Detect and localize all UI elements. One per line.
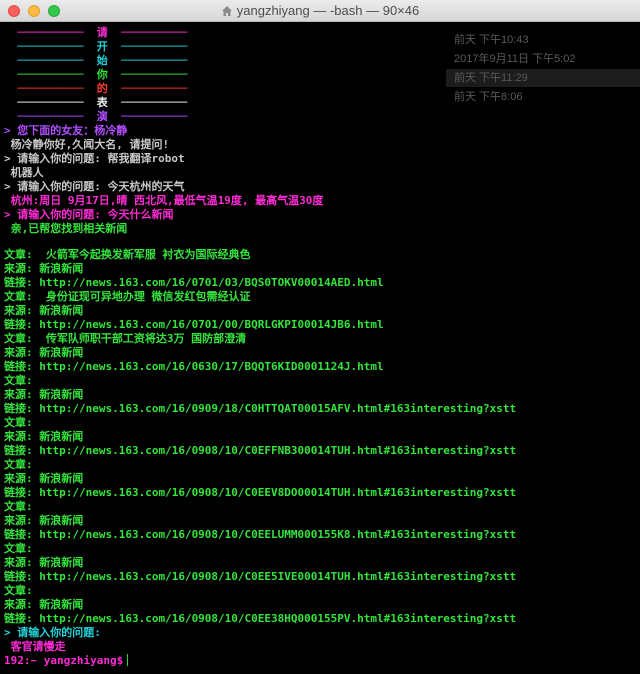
notification-item[interactable]: 前天 下午10:43 — [446, 31, 640, 49]
news-link: 链接: http://news.163.com/16/0908/10/C0EFF… — [4, 444, 517, 457]
banner-line: ────────── 演 ────────── — [4, 110, 187, 124]
news-article: 文章: — [4, 542, 33, 555]
chat-line: > 请输入你的问题: 帮我翻译robot — [4, 152, 185, 165]
banner-char: 请 — [96, 26, 108, 39]
window-title-wrap: yangzhiyang — -bash — 90×46 — [0, 3, 640, 20]
news-source: 来源: 新浪新闻 — [4, 430, 84, 443]
home-icon — [221, 5, 233, 20]
banner-dash: ────────── — [4, 40, 97, 53]
news-source: 来源: 新浪新闻 — [4, 304, 84, 317]
news-link: 链接: http://news.163.com/16/0630/17/BQQT6… — [4, 360, 384, 373]
banner-dash: ────────── — [4, 68, 97, 81]
news-link: 链接: http://news.163.com/16/0701/03/BQS0T… — [4, 276, 384, 289]
news-article: 文章: — [4, 416, 33, 429]
banner-line: ────────── 开 ────────── — [4, 40, 187, 54]
banner-dash: ────────── — [4, 54, 97, 67]
window-title: yangzhiyang — -bash — 90×46 — [236, 3, 420, 18]
title-bar[interactable]: yangzhiyang — -bash — 90×46 — [0, 0, 640, 22]
banner-char: 演 — [96, 110, 108, 123]
banner-dash: ────────── — [107, 40, 188, 53]
chat-line: > 请输入你的问题: 今天什么新闻 — [4, 208, 174, 221]
banner-char: 开 — [96, 40, 108, 53]
chat-line: 亲,已帮您找到相关新闻 — [4, 222, 128, 235]
terminal-content[interactable]: 前天 下午10:43 2017年9月11日 下午5:02 前天 下午11:29 前天 … — [0, 22, 640, 674]
news-link: 链接: http://news.163.com/16/0908/10/C0EE5… — [4, 570, 517, 583]
chat-line: > 请输入你的问题: 今天杭州的天气 — [4, 180, 185, 193]
banner-line: ────────── 表 ────────── — [4, 96, 187, 110]
shell-prompt: 192:~ yangzhiyang$ — [4, 654, 129, 668]
news-source: 来源: 新浪新闻 — [4, 388, 84, 401]
news-article: 文章: 传军队师职干部工资将达3万 国防部澄清 — [4, 332, 247, 345]
shell-prompt-text: 192:~ yangzhiyang$ — [4, 654, 124, 667]
news-article: 文章: — [4, 500, 33, 513]
news-link: 链接: http://news.163.com/16/0908/10/C0EEL… — [4, 528, 517, 541]
news-article: 文章: — [4, 458, 33, 471]
news-article: 文章: 身份证现可异地办理 微信发红包需经认证 — [4, 290, 251, 303]
text-cursor — [127, 654, 129, 666]
chat-line: 杭州:周日 9月17日,晴 西北风,最低气温19度, 最高气温30度 — [4, 194, 324, 207]
banner-char: 表 — [96, 96, 108, 109]
news-source: 来源: 新浪新闻 — [4, 262, 84, 275]
notification-item[interactable]: 前天 下午8:06 — [446, 88, 640, 106]
banner-line: ────────── 的 ────────── — [4, 82, 187, 96]
chat-line: 机器人 — [4, 166, 44, 179]
chat-line: > 您下面的女友：杨冷静 — [4, 124, 128, 137]
banner-char: 的 — [96, 82, 108, 95]
terminal-window: yangzhiyang — -bash — 90×46 前天 下午10:43 20… — [0, 0, 640, 674]
banner-dash: ────────── — [4, 26, 97, 39]
banner-char: 始 — [96, 54, 108, 67]
notification-item[interactable]: 前天 下午11:29 — [446, 69, 640, 87]
news-link: 链接: http://news.163.com/16/0908/10/C0EEV… — [4, 486, 517, 499]
banner-line: ────────── 请 ────────── — [4, 26, 187, 40]
banner-dash: ────────── — [4, 96, 97, 109]
banner-dash: ────────── — [107, 68, 188, 81]
banner-dash: ────────── — [4, 110, 97, 123]
banner-dash: ────────── — [107, 96, 188, 109]
news-article: 文章: 火箭军今起换发新军服 衬衣为国际经典色 — [4, 248, 251, 261]
news-article: 文章: — [4, 374, 33, 387]
news-link: 链接: http://news.163.com/16/0909/18/C0HTT… — [4, 402, 517, 415]
banner-line: ────────── 始 ────────── — [4, 54, 187, 68]
banner-dash: ────────── — [107, 82, 188, 95]
news-source: 来源: 新浪新闻 — [4, 514, 84, 527]
news-source: 来源: 新浪新闻 — [4, 556, 84, 569]
banner-dash: ────────── — [107, 26, 188, 39]
news-source: 来源: 新浪新闻 — [4, 472, 84, 485]
news-link: 链接: http://news.163.com/16/0701/00/BQRLG… — [4, 318, 384, 331]
banner-char: 你 — [96, 68, 108, 81]
notification-item[interactable]: 2017年9月11日 下午5:02 — [446, 50, 640, 68]
news-article: 文章: — [4, 584, 33, 597]
news-source: 来源: 新浪新闻 — [4, 346, 84, 359]
banner-line: ────────── 你 ────────── — [4, 68, 187, 82]
banner-dash: ────────── — [4, 82, 97, 95]
farewell-line: 客官请慢走 — [4, 640, 66, 653]
prompt-line: > 请输入你的问题: — [4, 626, 101, 639]
chat-line: 杨冷静你好,久闻大名, 请提问! — [4, 138, 170, 151]
news-source: 来源: 新浪新闻 — [4, 598, 84, 611]
news-link: 链接: http://news.163.com/16/0908/10/C0EE3… — [4, 612, 517, 625]
banner-dash: ────────── — [107, 110, 188, 123]
banner-dash: ────────── — [107, 54, 188, 67]
